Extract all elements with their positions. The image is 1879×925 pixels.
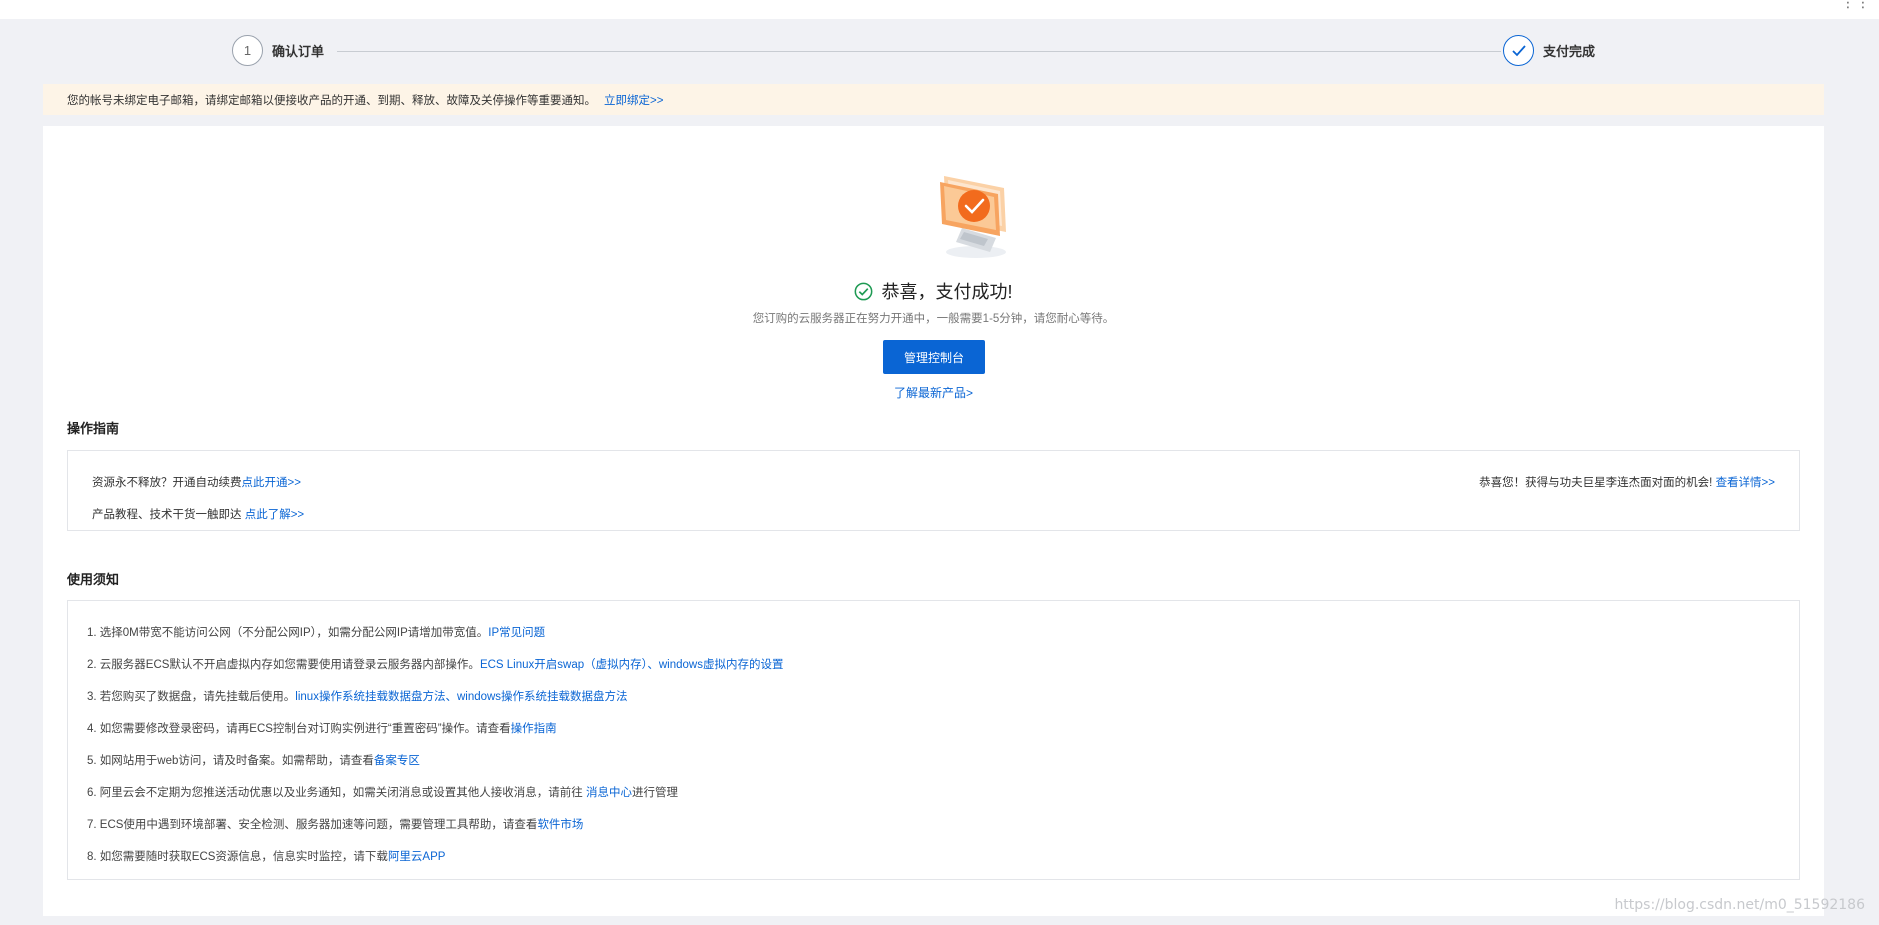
note-text: 4. 如您需要修改登录密码，请再ECS控制台对订购实例进行“重置密码”操作。请查… <box>87 723 511 735</box>
step-number-circle: 1 <box>232 35 263 66</box>
learn-link-row: 了解最新产品> <box>43 384 1824 401</box>
operation-guide-link[interactable]: 操作指南 <box>511 723 557 735</box>
more-dots-icon[interactable]: ⋮⋮ <box>1841 0 1871 11</box>
step-number: 1 <box>243 43 252 58</box>
link-separator: 、 <box>647 659 659 671</box>
note-text: 3. 若您购买了数据盘，请先挂载后使用。 <box>87 691 296 703</box>
note-suffix: 进行管理 <box>631 787 678 799</box>
step-confirm-order: 1 确认订单 <box>232 35 324 66</box>
link-separator: 、 <box>445 691 457 703</box>
list-item: 3. 若您购买了数据盘，请先挂载后使用。linux操作系统挂载数据盘方法、win… <box>87 688 628 704</box>
step-label: 支付完成 <box>1543 44 1596 59</box>
windows-mount-disk-link[interactable]: windows操作系统挂载数据盘方法 <box>457 691 628 703</box>
notes-box: 1. 选择0M带宽不能访问公网（不分配公网IP），如需分配公网IP请增加带宽值。… <box>67 600 1800 880</box>
guide-item-text: 恭喜您！获得与功夫巨星李连杰面对面的机会! <box>1479 477 1716 489</box>
software-market-link[interactable]: 软件市场 <box>537 819 583 831</box>
guide-item-auto-renew: 资源永不释放？开通自动续费点此开通>> <box>92 474 301 490</box>
notes-title: 使用须知 <box>67 572 120 587</box>
note-text: 8. 如您需要随时获取ECS资源信息，信息实时监控，请下载 <box>87 851 388 863</box>
list-item: 6. 阿里云会不定期为您推送活动优惠以及业务通知，如需关闭消息或设置其他人接收消… <box>87 784 678 800</box>
success-message: 恭喜，支付成功! <box>43 278 1824 304</box>
notice-text: 您的帐号未绑定电子邮箱，请绑定邮箱以便接收产品的开通、到期、释放、故障及关停操作… <box>67 94 596 107</box>
guide-item-promo: 恭喜您！获得与功夫巨星李连杰面对面的机会! 查看详情>> <box>1479 474 1775 490</box>
list-item: 5. 如网站用于web访问，请及时备案。如需帮助，请查看备案专区 <box>87 752 420 768</box>
stepper-line <box>337 51 1501 52</box>
icp-filing-link[interactable]: 备案专区 <box>374 755 420 767</box>
watermark: https://blog.csdn.net/m0_51592186 <box>1614 897 1865 913</box>
order-stepper: 1 确认订单 支付完成 <box>0 35 1879 71</box>
payment-result-card: 恭喜，支付成功! 您订购的云服务器正在努力开通中，一般需要1-5分钟，请您耐心等… <box>43 126 1824 916</box>
guide-box: 资源永不释放？开通自动续费点此开通>> 产品教程、技术干货一触即达 点此了解>>… <box>67 450 1800 531</box>
success-title: 恭喜，支付成功! <box>881 282 1013 302</box>
ip-faq-link[interactable]: IP常见问题 <box>488 627 545 639</box>
computer-success-illustration <box>926 166 1026 266</box>
note-text: 2. 云服务器ECS默认不开启虚拟内存如您需要使用请登录云服务器内部操作。 <box>87 659 480 671</box>
guide-item-text: 资源永不释放？开通自动续费 <box>92 477 242 489</box>
linux-swap-link[interactable]: ECS Linux开启swap（虚拟内存） <box>480 659 647 671</box>
step-payment-complete: 支付完成 <box>1503 35 1595 66</box>
windows-virtual-memory-link[interactable]: windows虚拟内存的设置 <box>659 659 784 671</box>
check-icon <box>1503 35 1534 66</box>
bind-email-link[interactable]: 立即绑定>> <box>604 92 663 108</box>
guide-title: 操作指南 <box>67 421 120 436</box>
step-label: 确认订单 <box>272 44 325 59</box>
list-item: 1. 选择0M带宽不能访问公网（不分配公网IP），如需分配公网IP请增加带宽值。… <box>87 624 545 640</box>
success-check-circle-icon <box>854 282 873 301</box>
list-item: 2. 云服务器ECS默认不开启虚拟内存如您需要使用请登录云服务器内部操作。ECS… <box>87 656 783 672</box>
top-strip: ⋮⋮ <box>0 0 1879 19</box>
aliyun-app-link[interactable]: 阿里云APP <box>388 851 446 863</box>
linux-mount-disk-link[interactable]: linux操作系统挂载数据盘方法 <box>295 691 445 703</box>
enable-auto-renew-link[interactable]: 点此开通>> <box>242 477 301 489</box>
message-center-link[interactable]: 消息中心 <box>586 787 632 799</box>
guide-item-text: 产品教程、技术干货一触即达 <box>92 509 245 521</box>
list-item: 7. ECS使用中遇到环境部署、安全检测、服务器加速等问题，需要管理工具帮助，请… <box>87 816 583 832</box>
learn-new-products-link[interactable]: 了解最新产品> <box>894 386 973 400</box>
view-details-link[interactable]: 查看详情>> <box>1716 477 1775 489</box>
note-text: 1. 选择0M带宽不能访问公网（不分配公网IP），如需分配公网IP请增加带宽值。 <box>87 627 489 639</box>
success-subtitle: 您订购的云服务器正在努力开通中，一般需要1-5分钟，请您耐心等待。 <box>752 313 1115 325</box>
console-button[interactable]: 管理控制台 <box>883 340 985 374</box>
list-item: 4. 如您需要修改登录密码，请再ECS控制台对订购实例进行“重置密码”操作。请查… <box>87 720 557 736</box>
email-binding-notice: 您的帐号未绑定电子邮箱，请绑定邮箱以便接收产品的开通、到期、释放、故障及关停操作… <box>43 84 1824 115</box>
note-text: 7. ECS使用中遇到环境部署、安全检测、服务器加速等问题，需要管理工具帮助，请… <box>87 819 538 831</box>
note-text: 5. 如网站用于web访问，请及时备案。如需帮助，请查看 <box>87 755 374 767</box>
list-item: 8. 如您需要随时获取ECS资源信息，信息实时监控，请下载阿里云APP <box>87 848 445 864</box>
guide-item-tutorials: 产品教程、技术干货一触即达 点此了解>> <box>92 506 304 522</box>
note-text: 6. 阿里云会不定期为您推送活动优惠以及业务通知，如需关闭消息或设置其他人接收消… <box>87 787 586 799</box>
learn-more-link[interactable]: 点此了解>> <box>245 509 304 521</box>
